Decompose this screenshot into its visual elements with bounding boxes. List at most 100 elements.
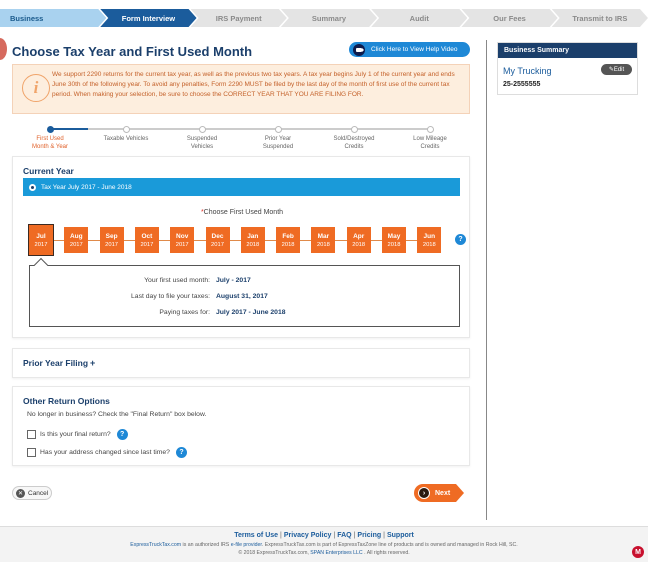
month-name: May xyxy=(387,233,401,240)
choose-month-text: Choose First Used Month xyxy=(203,209,284,216)
month-name: Apr xyxy=(353,233,365,240)
tracker-label: Prior Year Suspended xyxy=(240,135,316,151)
link-separator: | xyxy=(383,532,385,539)
other-options-title: Other Return Options xyxy=(23,396,110,406)
address-changed-checkbox[interactable] xyxy=(27,448,36,457)
footer-link-privacy-policy[interactable]: Privacy Policy xyxy=(284,532,331,539)
month-aug-button[interactable]: Aug 2017 xyxy=(64,227,89,253)
month-jan-button[interactable]: Jan 2018 xyxy=(240,227,265,253)
tax-year-option[interactable]: Tax Year July 2017 - June 2018 xyxy=(23,178,460,196)
tracker-dot xyxy=(426,126,434,133)
next-button[interactable]: › Next xyxy=(414,484,464,502)
month-nov-button[interactable]: Nov 2017 xyxy=(170,227,195,253)
cancel-button[interactable]: ✕ Cancel xyxy=(12,486,52,500)
disclaimer-text-2: . ExpressTruckTax.com is part of Express… xyxy=(261,542,518,548)
month-sep-button[interactable]: Sep 2017 xyxy=(99,227,124,253)
step-business[interactable]: Business xyxy=(0,9,106,27)
month-dec-button[interactable]: Dec 2017 xyxy=(205,227,230,253)
final-return-label: Is this your final return? xyxy=(40,431,111,438)
copyright-text: © 2018 ExpressTruckTax.com, xyxy=(238,550,311,556)
tracker-step: Low Mileage Credits xyxy=(392,126,468,151)
summary-value: August 31, 2017 xyxy=(216,293,268,300)
link-separator: | xyxy=(333,532,336,539)
tracker-label-line: Sold/Destroyed xyxy=(333,136,375,142)
prior-year-panel[interactable]: Prior Year Filing + xyxy=(12,348,470,378)
help-question-icon[interactable]: ? xyxy=(455,234,466,245)
month-may-button[interactable]: May 2018 xyxy=(382,227,406,253)
month-year: 2017 xyxy=(140,242,154,248)
tracker-step: Taxable Vehicles xyxy=(88,126,164,143)
security-badge-icon[interactable]: M xyxy=(632,546,644,558)
step-our-fees[interactable]: Our Fees xyxy=(461,9,557,27)
month-name: Feb xyxy=(282,233,294,240)
address-changed-row: Has your address changed since last time… xyxy=(27,447,187,458)
feedback-tab[interactable] xyxy=(0,38,7,60)
final-return-checkbox[interactable] xyxy=(27,430,36,439)
month-name: Jan xyxy=(247,233,259,240)
business-ein: 25-2555555 xyxy=(503,81,541,88)
prior-year-toggle[interactable]: Prior Year Filing + xyxy=(23,358,95,368)
step-audit[interactable]: Audit xyxy=(371,9,467,27)
footer-link-faq[interactable]: FAQ xyxy=(337,532,351,539)
tracker-label: Sold/Destroyed Credits xyxy=(316,135,392,151)
business-summary-title: Business Summary xyxy=(498,43,637,58)
current-year-panel: Current Year Tax Year July 2017 - June 2… xyxy=(12,156,470,338)
tracker-label-line: Suspended xyxy=(262,144,294,150)
tracker-step: First Used Month & Year xyxy=(12,126,88,151)
step-transmit-to-irs[interactable]: Transmit to IRS xyxy=(552,9,648,27)
step-form-interview[interactable]: Form Interview xyxy=(100,9,196,27)
month-year: 2018 xyxy=(422,242,436,248)
month-name: Nov xyxy=(176,233,189,240)
footer-link-terms-of-use[interactable]: Terms of Use xyxy=(234,532,278,539)
link-separator: | xyxy=(353,532,356,539)
month-jul-button[interactable]: Jul 2017 xyxy=(28,224,54,256)
radio-selected-icon[interactable] xyxy=(29,183,36,191)
summary-key: Paying taxes for: xyxy=(159,309,210,316)
help-video-label: Click Here to View Help Video xyxy=(371,46,458,53)
site-link[interactable]: ExpressTruckTax.com xyxy=(130,542,181,548)
help-video-button[interactable]: Click Here to View Help Video xyxy=(349,42,470,57)
month-jun-button[interactable]: Jun 2018 xyxy=(417,227,442,253)
notice-text: We support 2290 returns for the current … xyxy=(52,71,455,98)
process-steps: Business Form Interview IRS Payment Summary… xyxy=(0,9,648,29)
month-name: Jul xyxy=(36,233,46,240)
month-year: 2017 xyxy=(211,242,224,248)
final-return-row: Is this your final return? ? xyxy=(27,429,128,440)
footer-link-support[interactable]: Support xyxy=(387,532,414,539)
tracker-label-line: Month & Year xyxy=(31,144,69,150)
month-mar-button[interactable]: Mar 2018 xyxy=(311,227,336,253)
month-oct-button[interactable]: Oct 2017 xyxy=(134,227,159,253)
efile-provider-link[interactable]: e-file provider xyxy=(231,542,262,548)
month-name: Jun xyxy=(423,233,436,240)
month-year: 2017 xyxy=(105,242,119,248)
final-return-help-icon[interactable]: ? xyxy=(116,429,128,440)
tracker-step: Suspended Vehicles xyxy=(164,126,240,151)
cancel-label: Cancel xyxy=(28,489,49,497)
address-changed-help-icon[interactable]: ? xyxy=(175,447,187,458)
month-apr-button[interactable]: Apr 2018 xyxy=(346,227,371,253)
summary-value: July - 2017 xyxy=(216,277,251,284)
month-year: 2017 xyxy=(34,242,48,248)
span-enterprises-link[interactable]: SPAN Enterprises LLC xyxy=(310,550,362,556)
link-separator: | xyxy=(280,532,282,539)
column-divider xyxy=(486,40,487,520)
month-feb-button[interactable]: Feb 2018 xyxy=(276,227,301,253)
tracker-label-line: First Used xyxy=(36,136,64,142)
close-icon: ✕ xyxy=(16,488,25,498)
month-name: Dec xyxy=(211,233,224,240)
month-year: 2018 xyxy=(352,242,366,248)
step-summary[interactable]: Summary xyxy=(281,9,377,27)
edit-label: Edit xyxy=(613,66,625,73)
expand-plus-icon[interactable]: + xyxy=(90,358,95,368)
month-year: 2018 xyxy=(246,242,260,248)
tracker-dot xyxy=(198,126,206,133)
chevron-right-icon: › xyxy=(418,487,430,499)
tracker-label-line: Suspended xyxy=(186,136,218,142)
edit-business-button[interactable]: ✎ Edit xyxy=(601,64,632,75)
month-name: Aug xyxy=(69,233,83,240)
step-irs-payment[interactable]: IRS Payment xyxy=(191,9,287,27)
summary-value: July 2017 - June 2018 xyxy=(216,309,286,316)
sub-step-tracker: First Used Month & Year Taxable Vehicles Su… xyxy=(12,126,470,154)
footer-link-pricing[interactable]: Pricing xyxy=(357,532,381,539)
month-year: 2018 xyxy=(387,242,401,248)
